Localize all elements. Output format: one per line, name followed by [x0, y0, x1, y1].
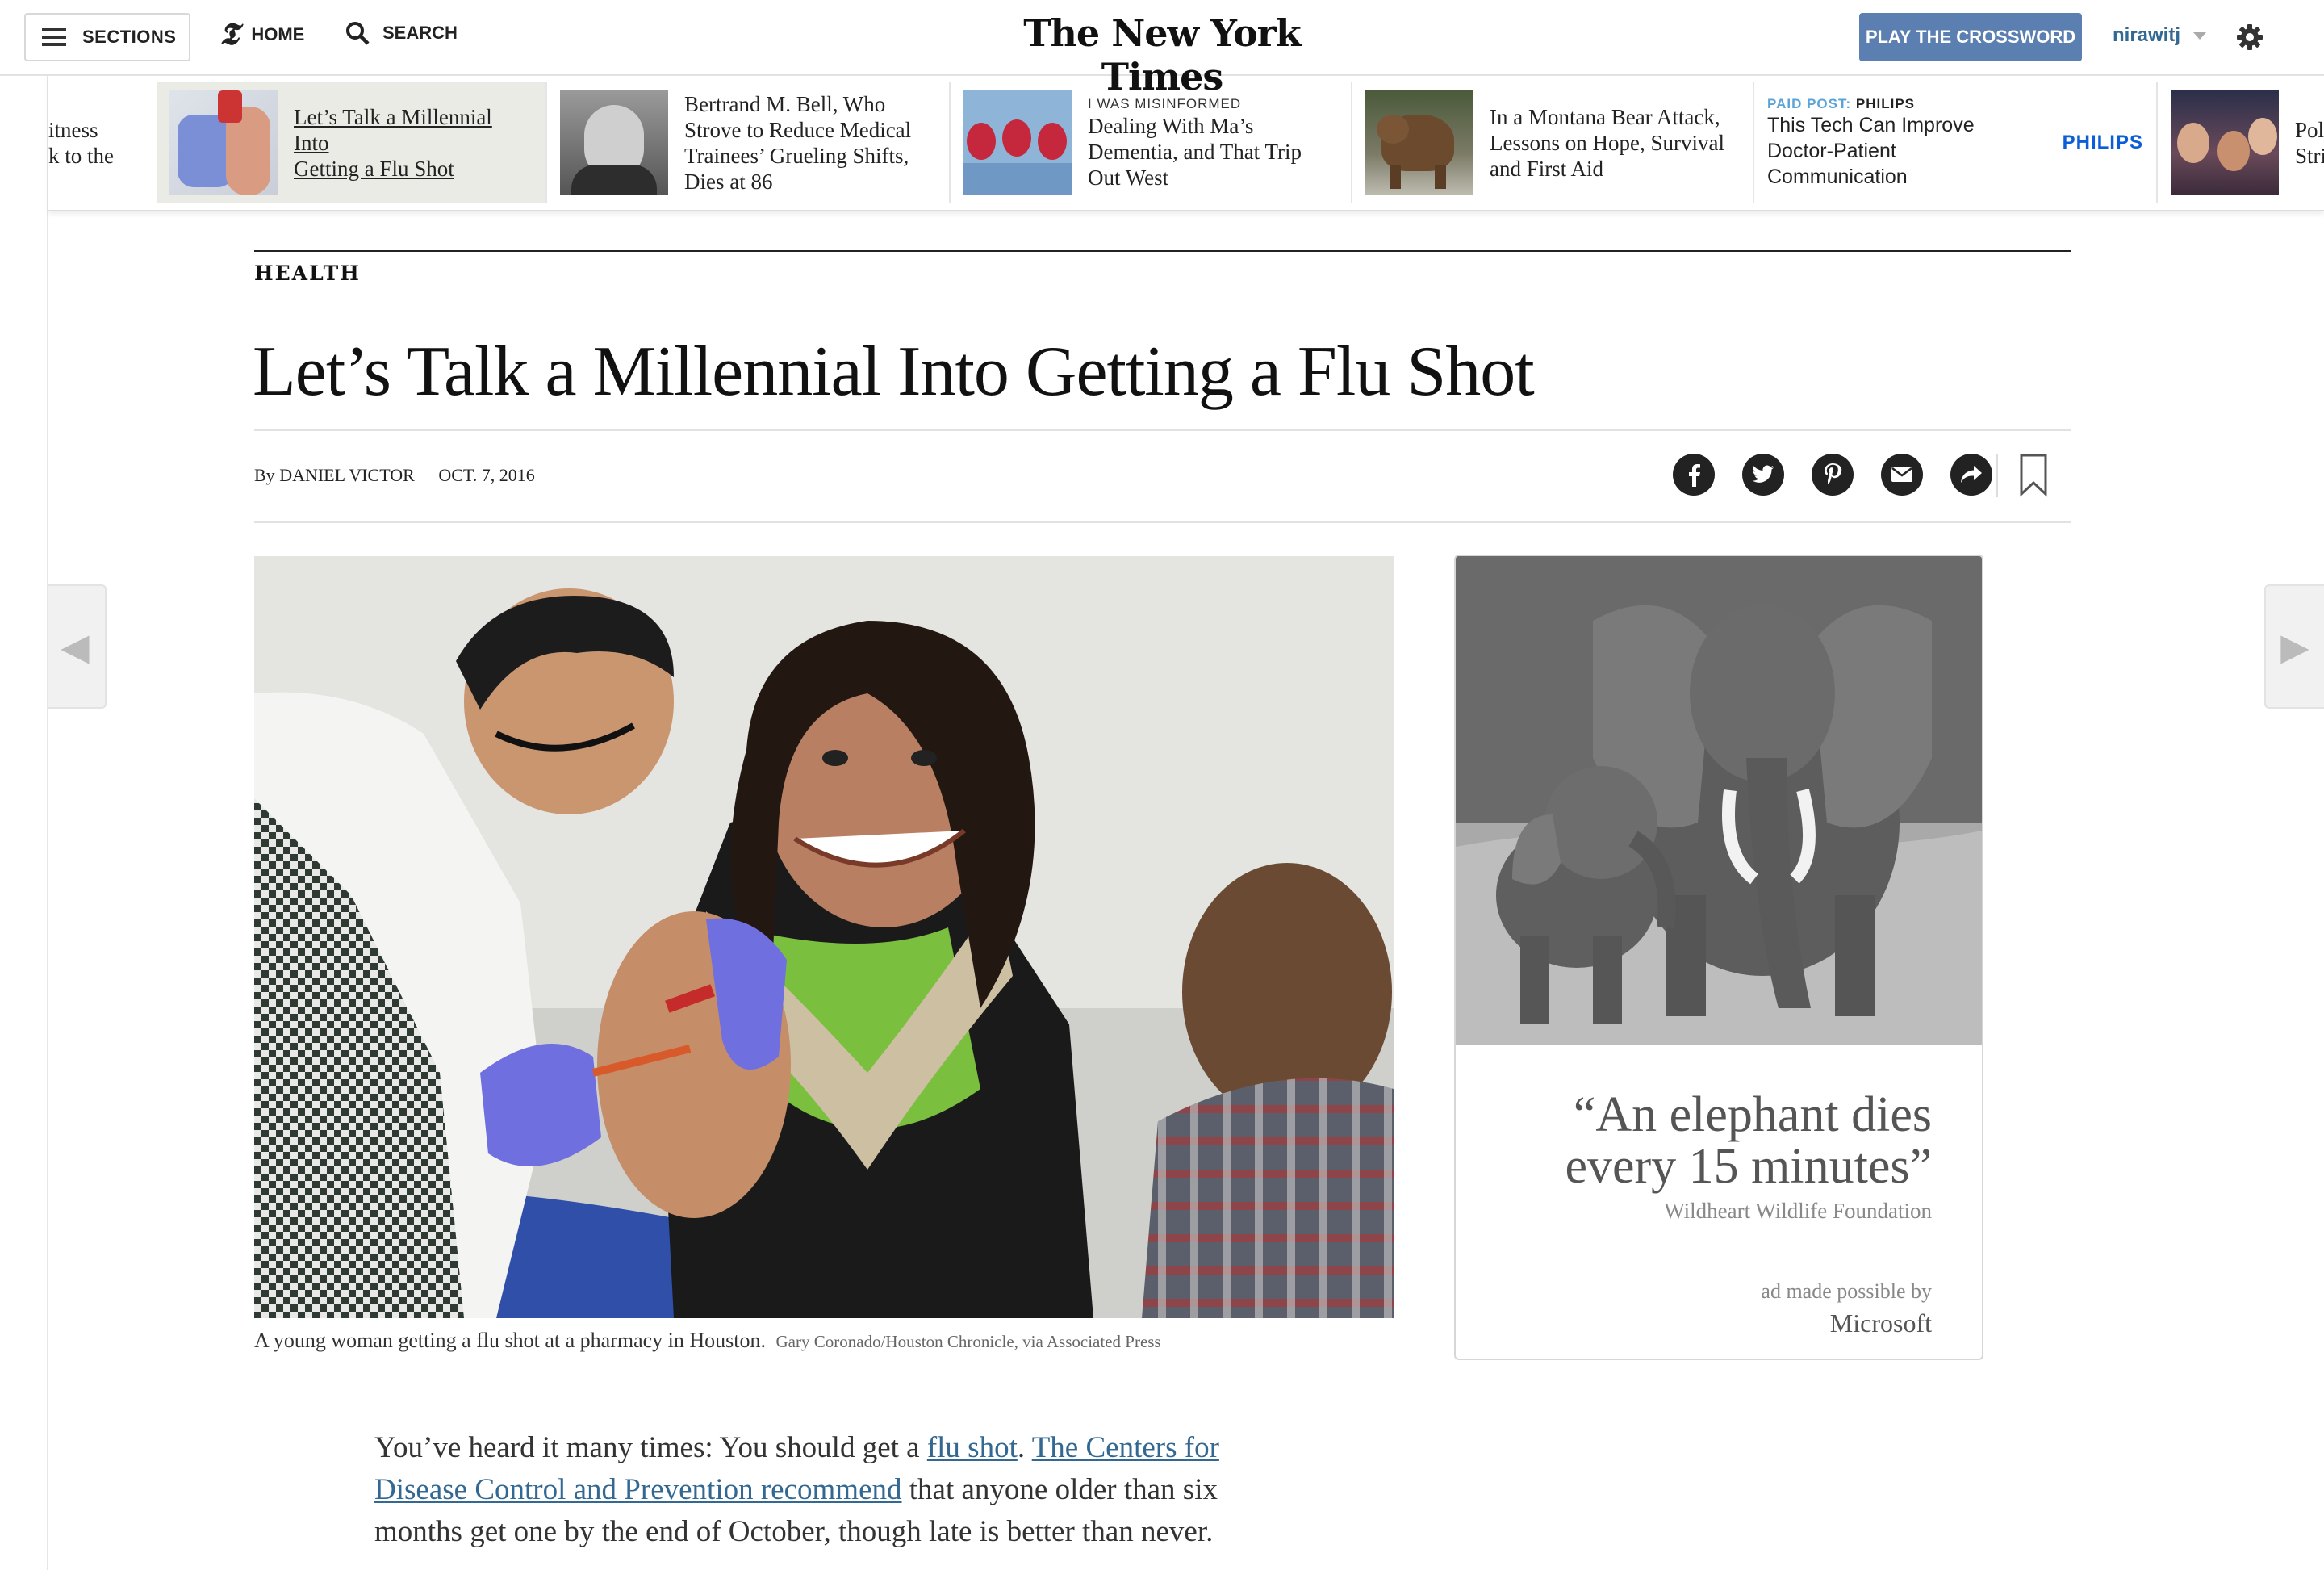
byline-rule [254, 521, 2071, 523]
ribbon-item-politics[interactable]: Pol Stri [2158, 82, 2324, 203]
ad-elephant-photo [1456, 556, 1982, 1045]
ribbon-item-flu-shot[interactable]: Let’s Talk a Millennial Into Getting a Fl… [157, 82, 547, 203]
ribbon-thumb-flu-shot [169, 90, 278, 195]
email-icon[interactable] [1881, 454, 1923, 496]
ribbon-item-title: Let’s Talk a Millennial Into Getting a Fl… [294, 105, 492, 181]
masthead-logo[interactable]: The New York Times [1001, 11, 1323, 98]
left-margin [0, 0, 48, 1570]
lead-photo[interactable] [254, 556, 1394, 1318]
section-label[interactable]: HEALTH [254, 262, 361, 285]
ribbon-item-title: In a Montana Bear Attack, Lessons on Hope… [1490, 105, 1724, 181]
ribbon-item-title: Bertrand M. Bell, Who Strove to Reduce Me… [684, 92, 912, 194]
author-link[interactable]: DANIEL VICTOR [279, 465, 415, 485]
ribbon-item-paid-post[interactable]: PAID POST: PHILIPS This Tech Can Improve… [1754, 82, 2158, 203]
home-link[interactable]: 𝕿 HOME [219, 18, 305, 52]
facebook-icon[interactable] [1673, 454, 1715, 496]
ribbon-paid-post-text: PAID POST: PHILIPS This Tech Can Improve… [1767, 96, 1975, 188]
ribbon-item-title: itness k to the [48, 118, 114, 168]
ribbon-thumb-illustration [963, 90, 1072, 195]
flu-shot-link[interactable]: flu shot [927, 1431, 1018, 1464]
ribbon-item-dementia[interactable]: I WAS MISINFORMED Dealing With Ma’s Demen… [951, 82, 1352, 203]
ribbon-item-bear-attack[interactable]: In a Montana Bear Attack, Lessons on Hope… [1352, 82, 1754, 203]
headline: Let’s Talk a Millennial Into Getting a F… [253, 333, 1535, 411]
article-body-paragraph: You’ve heard it many times: You should g… [374, 1431, 1219, 1548]
hamburger-icon [42, 28, 66, 46]
ribbon-item-title: Pol Stri [2295, 118, 2324, 168]
headline-rule [254, 429, 2071, 431]
byline: By DANIEL VICTOR OCT. 7, 2016 [254, 465, 535, 486]
lead-photo-illustration [254, 556, 1394, 1318]
pinterest-icon[interactable] [1812, 454, 1854, 496]
share-separator [1996, 454, 1998, 497]
user-account-menu[interactable]: nirawitj [2113, 24, 2207, 47]
ribbon-thumb-crowd [2171, 90, 2279, 195]
previous-article-button[interactable]: ◀ [45, 584, 107, 709]
chevron-right-icon: ▶ [2280, 626, 2309, 668]
ribbon-item-title: I WAS MISINFORMED Dealing With Ma’s Demen… [1088, 96, 1302, 190]
ribbon-thumb-portrait [560, 90, 668, 195]
caption-text: A young woman getting a flu shot at a ph… [254, 1329, 767, 1352]
philips-logo: PHILIPS [2062, 132, 2143, 153]
ad-sponsor-name: Microsoft [1829, 1308, 1932, 1338]
paid-post-label: PAID POST: PHILIPS [1767, 96, 1915, 111]
nyt-t-logo-icon: 𝕿 [219, 18, 239, 52]
username: nirawitj [2113, 24, 2181, 46]
publish-date: OCT. 7, 2016 [438, 465, 535, 485]
search-icon [346, 22, 370, 45]
caret-down-icon [2193, 31, 2207, 40]
gear-icon[interactable] [2235, 23, 2264, 52]
ad-sponsor-label: ad made possible by [1761, 1279, 1932, 1303]
share-tools [1673, 454, 1992, 496]
photo-credit: Gary Coronado/Houston Chronicle, via Ass… [775, 1332, 1161, 1351]
sections-label: SECTIONS [82, 27, 177, 47]
twitter-icon[interactable] [1742, 454, 1784, 496]
next-article-button[interactable]: ▶ [2264, 584, 2324, 709]
sections-button[interactable]: SECTIONS [24, 13, 190, 61]
ribbon-item-bertrand-bell[interactable]: Bertrand M. Bell, Who Strove to Reduce Me… [547, 82, 951, 203]
search-label: SEARCH [382, 23, 458, 43]
play-crossword-button[interactable]: PLAY THE CROSSWORD [1859, 13, 2082, 61]
share-icon[interactable] [1950, 454, 1992, 496]
section-rule [254, 250, 2071, 252]
ad-quote: “An elephant dies every 15 minutes” [1565, 1087, 1932, 1194]
home-label: HOME [251, 24, 305, 44]
ad-organization: Wildheart Wildlife Foundation [1664, 1199, 1932, 1223]
search-link[interactable]: SEARCH [345, 21, 458, 45]
photo-caption: A young woman getting a flu shot at a ph… [254, 1329, 1161, 1353]
ribbon-thumb-bear [1365, 90, 1473, 195]
advertisement[interactable]: “An elephant dies every 15 minutes” Wild… [1454, 555, 1983, 1360]
chevron-left-icon: ◀ [61, 626, 90, 668]
byline-prefix: By [254, 465, 275, 485]
bookmark-icon[interactable] [2019, 454, 2048, 497]
top-navigation-bar: SECTIONS 𝕿 HOME SEARCH The New York Time… [0, 0, 2324, 98]
